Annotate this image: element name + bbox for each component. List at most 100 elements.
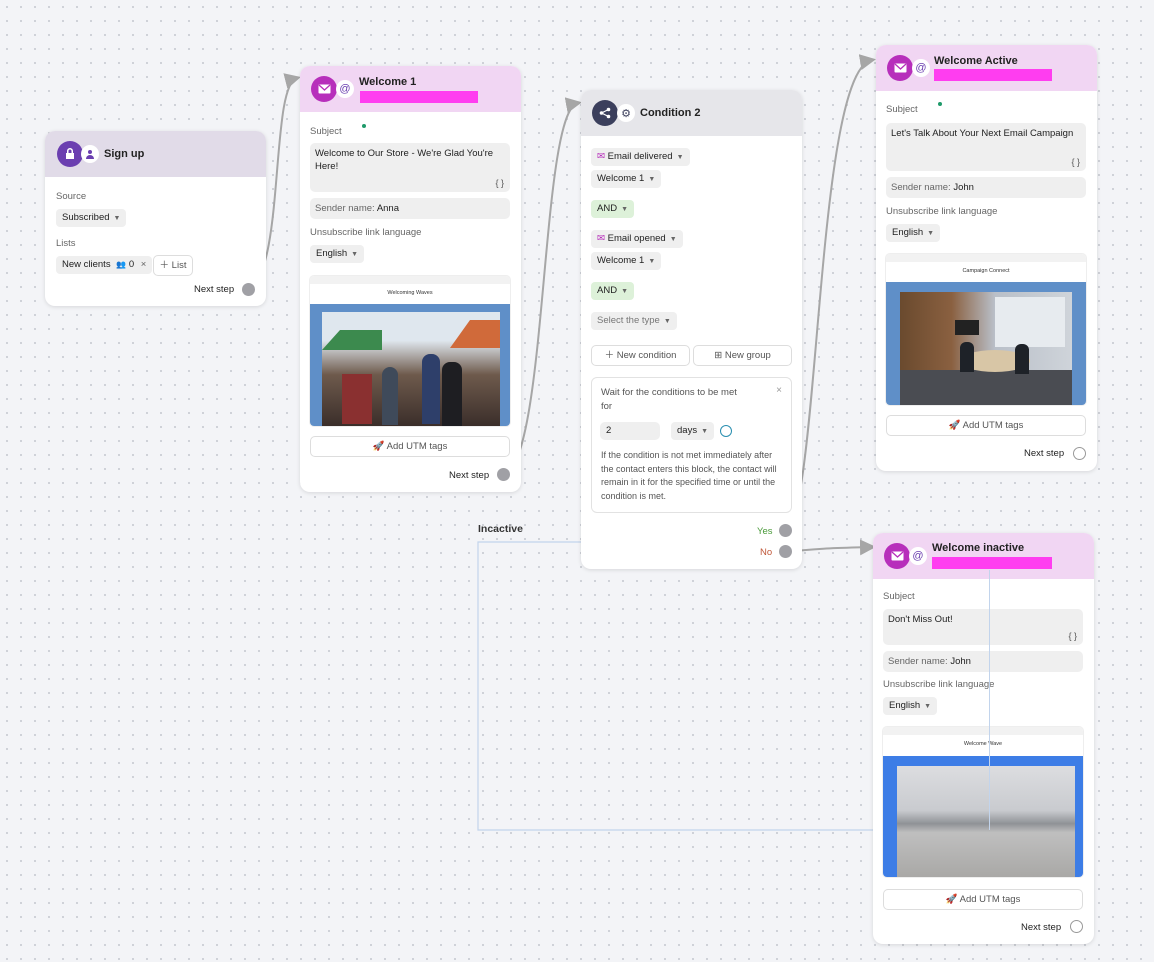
yes-label: Yes <box>757 526 773 537</box>
condition-node[interactable]: ⚙ Condition 2 ✉ Email delivered ▼ Welcome… <box>581 90 802 569</box>
new-condition-button[interactable]: ＋ New condition <box>591 345 690 366</box>
remove-icon[interactable]: × <box>141 259 147 270</box>
envelope-icon <box>311 76 337 102</box>
subject-label: Subject <box>310 126 342 137</box>
sender-name-field[interactable]: Sender name: John <box>886 177 1086 198</box>
chevron-down-icon: ▼ <box>621 288 628 295</box>
unsubscribe-label: Unsubscribe link language <box>883 679 995 690</box>
source-label: Source <box>56 191 87 202</box>
variables-icon[interactable]: { } <box>495 178 504 188</box>
chevron-down-icon: ▼ <box>676 154 684 161</box>
unsubscribe-label: Unsubscribe link language <box>310 227 422 238</box>
condition-header: ⚙ Condition 2 <box>581 90 802 136</box>
language-select[interactable]: English ▼ <box>883 697 938 715</box>
variables-icon[interactable]: { } <box>1071 157 1080 167</box>
group-icon: ⊞ <box>714 350 723 361</box>
add-utm-tags-button[interactable]: 🚀 Add UTM tags <box>886 415 1086 436</box>
close-icon[interactable]: × <box>776 385 782 396</box>
email-preview[interactable]: Welcome Wave <box>883 727 1083 877</box>
preview-caption: Welcome Wave <box>963 741 1003 747</box>
and-operator-select[interactable]: AND ▼ <box>591 282 634 300</box>
no-handle[interactable] <box>779 545 792 558</box>
at-icon: @ <box>912 59 930 77</box>
condition-email-select[interactable]: Welcome 1 ▼ <box>591 170 662 188</box>
envelope-icon <box>884 543 910 569</box>
preview-image <box>886 282 1086 405</box>
redacted-text <box>932 557 1052 569</box>
welcome-active-header: @ Welcome Active <box>876 45 1097 91</box>
chevron-down-icon: ▼ <box>648 176 656 183</box>
subject-field[interactable]: Don't Miss Out! { } <box>883 609 1083 645</box>
chevron-down-icon: ▼ <box>621 206 628 213</box>
subject-field[interactable]: Let's Talk About Your Next Email Campaig… <box>886 123 1086 171</box>
envelope-icon: ✉ <box>597 151 605 162</box>
preview-image <box>310 304 510 426</box>
next-step-label: Next step <box>194 284 235 295</box>
preview-caption: Welcoming Waves <box>387 290 433 296</box>
language-select[interactable]: English ▼ <box>310 245 365 263</box>
next-step-handle[interactable] <box>242 283 255 296</box>
condition-event-select[interactable]: ✉ Email delivered ▼ <box>591 148 690 166</box>
chevron-down-icon: ▼ <box>663 318 671 325</box>
yes-handle[interactable] <box>779 524 792 537</box>
condition-event-select[interactable]: ✉ Email opened ▼ <box>591 230 683 248</box>
next-step-handle[interactable] <box>1070 920 1083 933</box>
welcome-inactive-header: @ Welcome inactive <box>873 533 1094 579</box>
welcome-active-node[interactable]: @ Welcome Active Subject Let's Talk Abou… <box>876 45 1097 471</box>
chevron-down-icon: ▼ <box>924 703 932 710</box>
chevron-down-icon: ▼ <box>351 251 359 258</box>
email-preview[interactable]: Welcoming Waves <box>310 276 510 426</box>
lists-label: Lists <box>56 238 76 249</box>
wait-unit-select[interactable]: days ▼ <box>671 422 715 440</box>
welcome-inactive-node[interactable]: @ Welcome inactive Subject Don't Miss Ou… <box>873 533 1094 944</box>
subject-label: Subject <box>886 104 918 115</box>
signup-node[interactable]: Sign up Source Subscribed ▼ Lists New cli… <box>45 131 266 306</box>
next-step-handle[interactable] <box>497 468 510 481</box>
new-group-button[interactable]: ⊞ New group <box>693 345 792 366</box>
add-list-button[interactable]: ＋ List <box>153 255 193 276</box>
wait-panel: Wait for the conditions to be met for × … <box>591 377 792 513</box>
preview-caption: Campaign Connect <box>962 268 1010 274</box>
user-icon <box>81 145 99 163</box>
source-select[interactable]: Subscribed ▼ <box>56 209 127 227</box>
chevron-down-icon: ▼ <box>648 258 656 265</box>
condition-email-select[interactable]: Welcome 1 ▼ <box>591 252 662 270</box>
status-dot-icon <box>938 102 942 106</box>
and-operator-select[interactable]: AND ▼ <box>591 200 634 218</box>
subject-field[interactable]: Welcome to Our Store - We're Glad You're… <box>310 143 510 192</box>
rocket-icon: 🚀 <box>948 420 961 431</box>
sender-name-field[interactable]: Sender name: John <box>883 651 1083 672</box>
redacted-text <box>360 91 478 103</box>
open-envelope-icon: ✉ <box>597 233 605 244</box>
signup-title: Sign up <box>104 148 145 160</box>
add-utm-tags-button[interactable]: 🚀 Add UTM tags <box>883 889 1083 910</box>
sender-name-field[interactable]: Sender name: Anna <box>310 198 510 219</box>
welcome-active-title: Welcome Active <box>934 55 1018 67</box>
no-label: No <box>760 547 773 558</box>
add-utm-tags-button[interactable]: 🚀 Add UTM tags <box>310 436 510 457</box>
variables-icon[interactable]: { } <box>1068 631 1077 641</box>
next-step-label: Next step <box>1021 922 1062 933</box>
rocket-icon: 🚀 <box>945 894 958 905</box>
envelope-icon <box>887 55 913 81</box>
subject-label: Subject <box>883 591 915 602</box>
signup-header: Sign up <box>45 131 266 177</box>
people-icon: 👥 <box>116 260 127 269</box>
chevron-down-icon: ▼ <box>113 215 121 222</box>
next-step-label: Next step <box>1024 448 1065 459</box>
email-preview[interactable]: Campaign Connect <box>886 254 1086 405</box>
preview-image <box>883 756 1083 877</box>
list-chip-new-clients[interactable]: New clients 👥 0 × <box>56 256 153 274</box>
next-step-handle[interactable] <box>1073 447 1086 460</box>
wait-value-input[interactable]: 2 <box>600 422 660 440</box>
chevron-down-icon: ▼ <box>927 230 935 237</box>
welcome1-node[interactable]: @ Welcome 1 Subject Welcome to Our Store… <box>300 66 521 492</box>
status-dot-icon <box>362 124 366 128</box>
settings-icon: ⚙ <box>617 104 635 122</box>
language-select[interactable]: English ▼ <box>886 224 941 242</box>
edge-label-inactive: Incactive <box>478 523 523 535</box>
at-icon: @ <box>909 547 927 565</box>
next-step-label: Next step <box>449 470 490 481</box>
select-type-dropdown[interactable]: Select the type ▼ <box>591 312 677 330</box>
branch-icon <box>592 100 618 126</box>
